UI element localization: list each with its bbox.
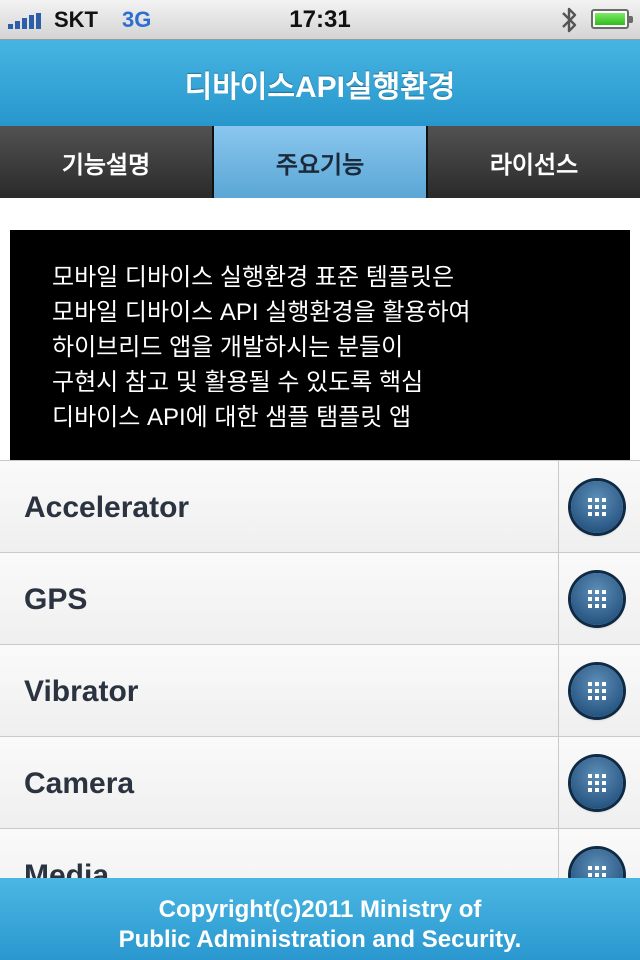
copyright-footer: Copyright(c)2011 Ministry of Public Admi… <box>0 878 640 960</box>
list-item-label: Media <box>24 859 110 879</box>
camera-open-button[interactable] <box>571 757 623 809</box>
tab-bar: 기능설명 주요기능 라이선스 <box>0 126 640 198</box>
page-title: 디바이스API실행환경 <box>184 71 456 104</box>
list-item-accelerator[interactable]: Accelerator <box>0 461 640 553</box>
intro-line: 모바일 디바이스 API 실행환경을 활용하여 <box>52 299 471 326</box>
list-item-media[interactable]: Media <box>0 829 640 879</box>
gps-open-button[interactable] <box>571 573 623 625</box>
row-divider <box>558 553 559 644</box>
list-item-vibrator[interactable]: Vibrator <box>0 645 640 737</box>
status-bar: SKT 3G 17:31 <box>0 0 640 40</box>
list-item-label: Accelerator <box>24 491 190 524</box>
vibrator-open-button[interactable] <box>571 665 623 717</box>
tab-main-features[interactable]: 주요기능 <box>214 126 428 198</box>
intro-description: 모바일 디바이스 실행환경 표준 템플릿은 모바일 디바이스 API 실행환경을… <box>10 230 630 460</box>
media-open-button[interactable] <box>571 849 623 879</box>
app-header: 디바이스API실행환경 <box>0 40 640 126</box>
intro-line: 디바이스 API에 대한 샘플 탬플릿 앱 <box>52 404 412 431</box>
row-divider <box>558 461 559 552</box>
list-item-label: Camera <box>24 767 135 800</box>
grid-icon <box>588 682 606 700</box>
battery-icon <box>591 9 633 29</box>
list-item-label: Vibrator <box>24 675 139 708</box>
bluetooth-icon <box>562 7 577 33</box>
tab-license[interactable]: 라이선스 <box>428 126 640 198</box>
grid-icon <box>588 866 606 877</box>
intro-line: 모바일 디바이스 실행환경 표준 템플릿은 <box>52 264 455 291</box>
status-time: 17:31 <box>289 6 351 33</box>
feature-list: Accelerator GPS Vibrator Camera Media <box>0 460 640 879</box>
grid-icon <box>588 590 606 608</box>
intro-line: 하이브리드 앱을 개발하시는 분들이 <box>52 334 404 361</box>
intro-line: 구현시 참고 및 활용될 수 있도록 핵심 <box>52 369 424 396</box>
tab-feature-description[interactable]: 기능설명 <box>0 126 214 198</box>
grid-icon <box>588 774 606 792</box>
row-divider <box>558 737 559 828</box>
list-item-camera[interactable]: Camera <box>0 737 640 829</box>
accelerator-open-button[interactable] <box>571 481 623 533</box>
row-divider <box>558 645 559 736</box>
copyright-line: Public Administration and Security. <box>118 926 522 953</box>
list-item-gps[interactable]: GPS <box>0 553 640 645</box>
list-item-label: GPS <box>24 583 88 616</box>
copyright-line: Copyright(c)2011 Ministry of <box>158 896 482 923</box>
grid-icon <box>588 498 606 516</box>
row-divider <box>558 829 559 879</box>
